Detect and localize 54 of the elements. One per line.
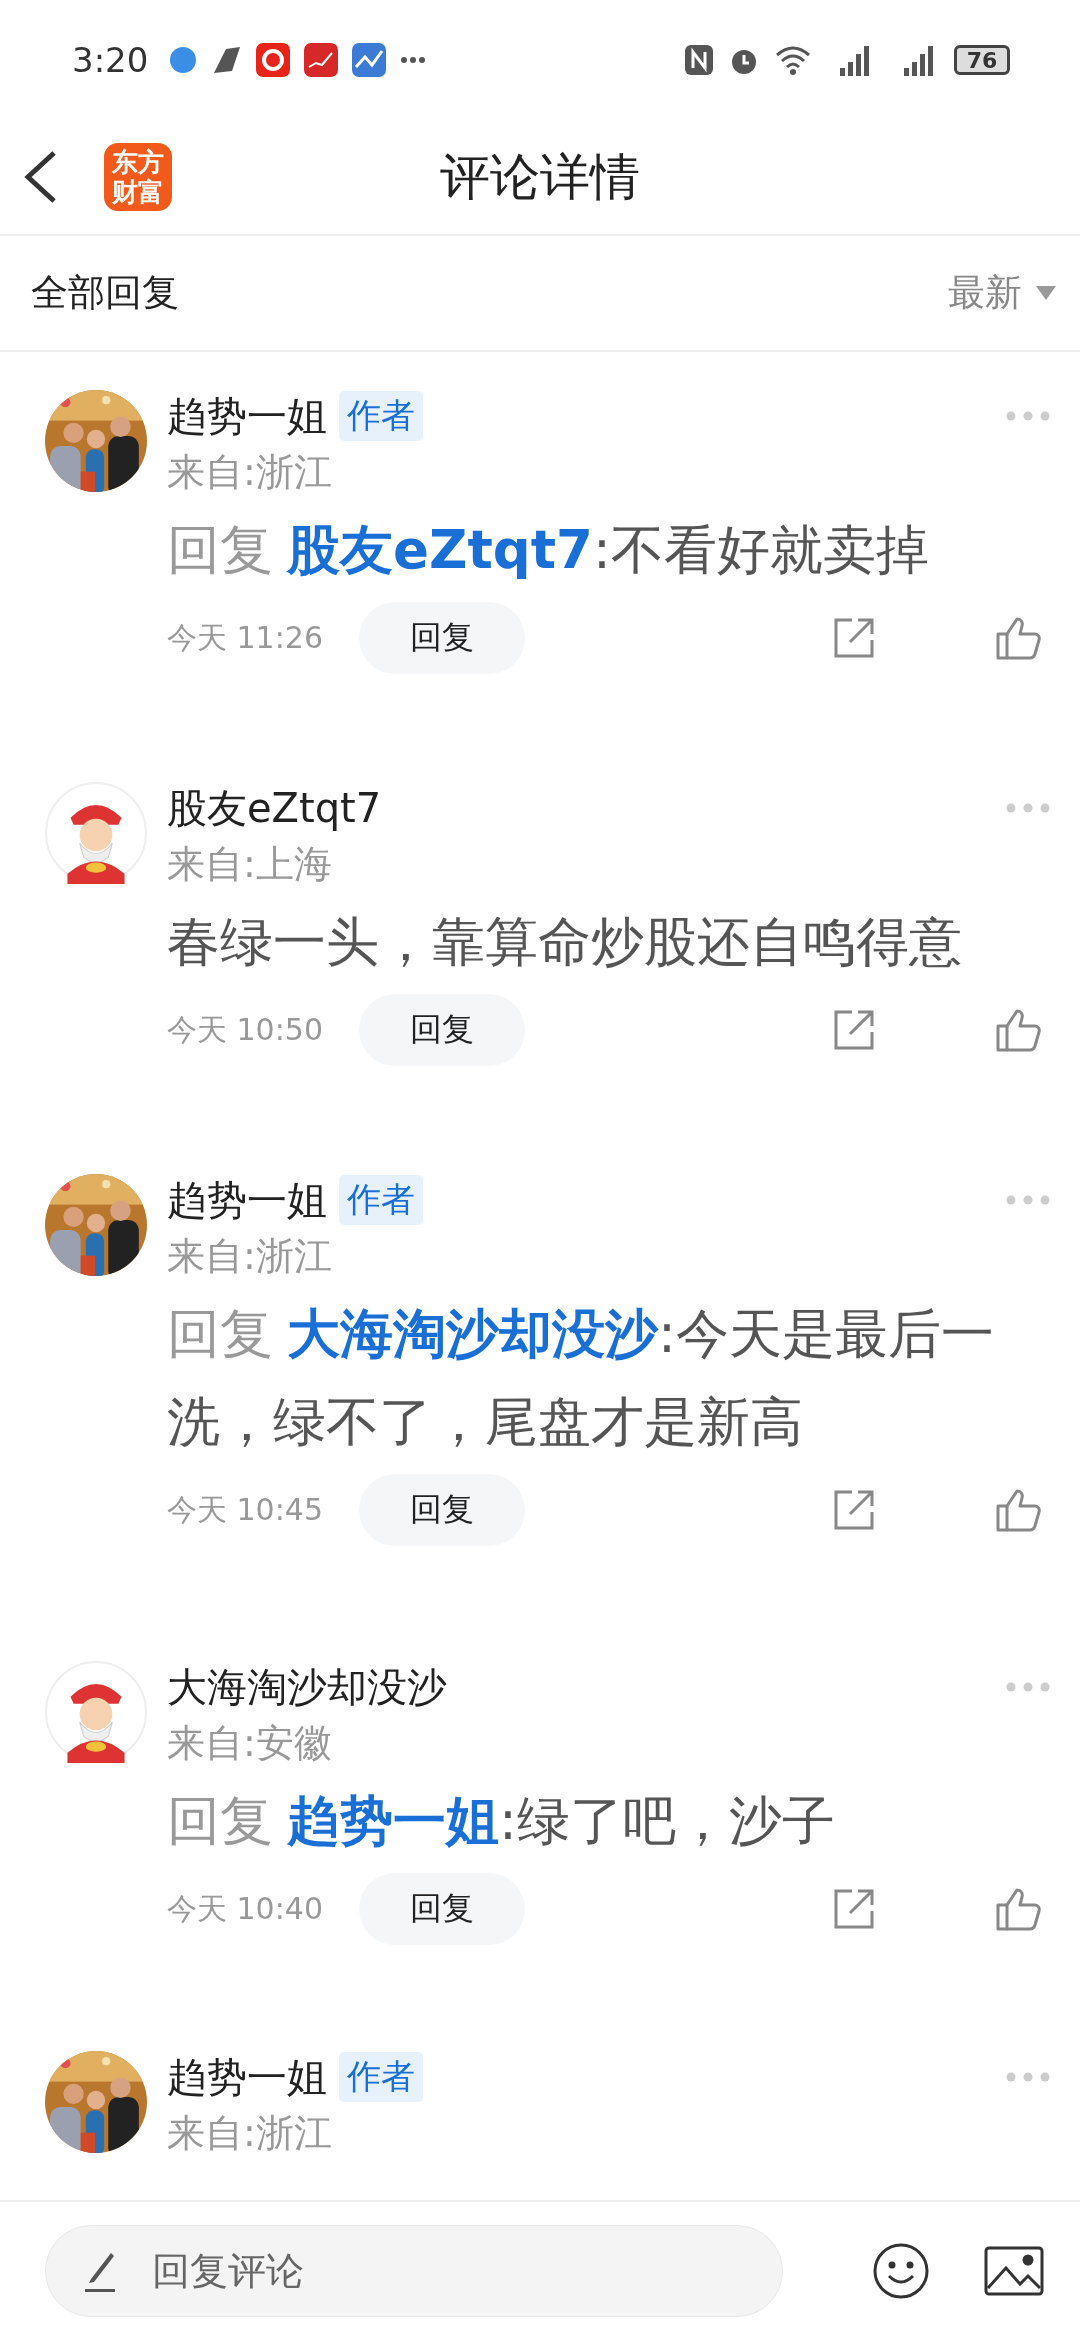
share-icon[interactable] xyxy=(832,1887,876,1931)
reply-button[interactable]: 回复 xyxy=(359,1474,525,1546)
battery-level: 76 xyxy=(954,45,1010,75)
location-text: 来自:上海 xyxy=(167,841,333,888)
comment-time: 今天 10:45 xyxy=(167,1490,324,1529)
comment-text: 回复 趋势一姐:绿了吧，沙子 xyxy=(167,1789,836,1853)
location-text: 来自:浙江 xyxy=(167,449,333,496)
thumbs-up-icon[interactable] xyxy=(996,1008,1042,1052)
reply-button[interactable]: 回复 xyxy=(359,1873,525,1945)
thumbs-up-icon[interactable] xyxy=(996,616,1042,660)
user-link[interactable]: 趋势一姐 xyxy=(287,1790,499,1851)
author-name[interactable]: 大海淘沙却没沙 xyxy=(167,1659,447,1715)
section-title: 全部回复 xyxy=(31,270,179,316)
share-icon[interactable] xyxy=(832,616,876,660)
figure-avatar-icon xyxy=(45,782,147,884)
emoji-icon[interactable] xyxy=(872,2242,930,2300)
app-logo: 东方财富 xyxy=(104,143,172,211)
user-link[interactable]: 股友eZtqt7 xyxy=(287,519,593,580)
comment-text: 回复 大海淘沙却没沙:今天是最后一洗，绿不了，尾盘才是新高 xyxy=(167,1302,995,1454)
share-icon[interactable] xyxy=(832,1488,876,1532)
comment-time: 今天 11:26 xyxy=(167,618,324,657)
user-link[interactable]: 大海淘沙却没沙 xyxy=(287,1303,658,1364)
more-icon xyxy=(400,56,427,64)
location-text: 来自:安徽 xyxy=(167,1720,333,1767)
chart-app-icon xyxy=(352,43,387,77)
chart-app-icon xyxy=(304,43,339,77)
sort-dropdown[interactable]: 最新 xyxy=(948,268,1056,318)
nfc-icon xyxy=(684,44,714,76)
author-name[interactable]: 趋势一姐 xyxy=(167,388,327,444)
reply-input-field[interactable]: 回复评论 xyxy=(45,2225,783,2317)
wifi-icon xyxy=(774,45,812,75)
status-time: 3:20 xyxy=(72,40,149,80)
caret-icon xyxy=(1036,286,1056,300)
reply-button[interactable]: 回复 xyxy=(359,994,525,1066)
location-text: 来自:浙江 xyxy=(167,2110,333,2157)
author-name[interactable]: 趋势一姐 xyxy=(167,1172,327,1228)
image-icon[interactable] xyxy=(984,2246,1044,2296)
figure-avatar-icon xyxy=(45,1661,147,1763)
author-tag: 作者 xyxy=(339,2052,423,2102)
comment-time: 今天 10:40 xyxy=(167,1889,324,1928)
author-name[interactable]: 趋势一姐 xyxy=(167,2049,327,2105)
thumbs-up-icon[interactable] xyxy=(996,1887,1042,1931)
thumbs-up-icon[interactable] xyxy=(996,1488,1042,1532)
location-text: 来自:浙江 xyxy=(167,1233,333,1280)
author-tag: 作者 xyxy=(339,1175,423,1225)
comment-time: 今天 10:50 xyxy=(167,1010,324,1049)
page-title: 评论详情 xyxy=(440,146,640,208)
author-tag: 作者 xyxy=(339,391,423,441)
share-icon[interactable] xyxy=(832,1008,876,1052)
reply-button[interactable]: 回复 xyxy=(359,602,525,674)
comment-text: 回复 股友eZtqt7:不看好就卖掉 xyxy=(167,518,930,582)
author-name[interactable]: 股友eZtqt7 xyxy=(167,780,382,836)
app-icon xyxy=(256,43,291,77)
comment-text: 春绿一头，靠算命炒股还自鸣得意 xyxy=(167,910,963,974)
